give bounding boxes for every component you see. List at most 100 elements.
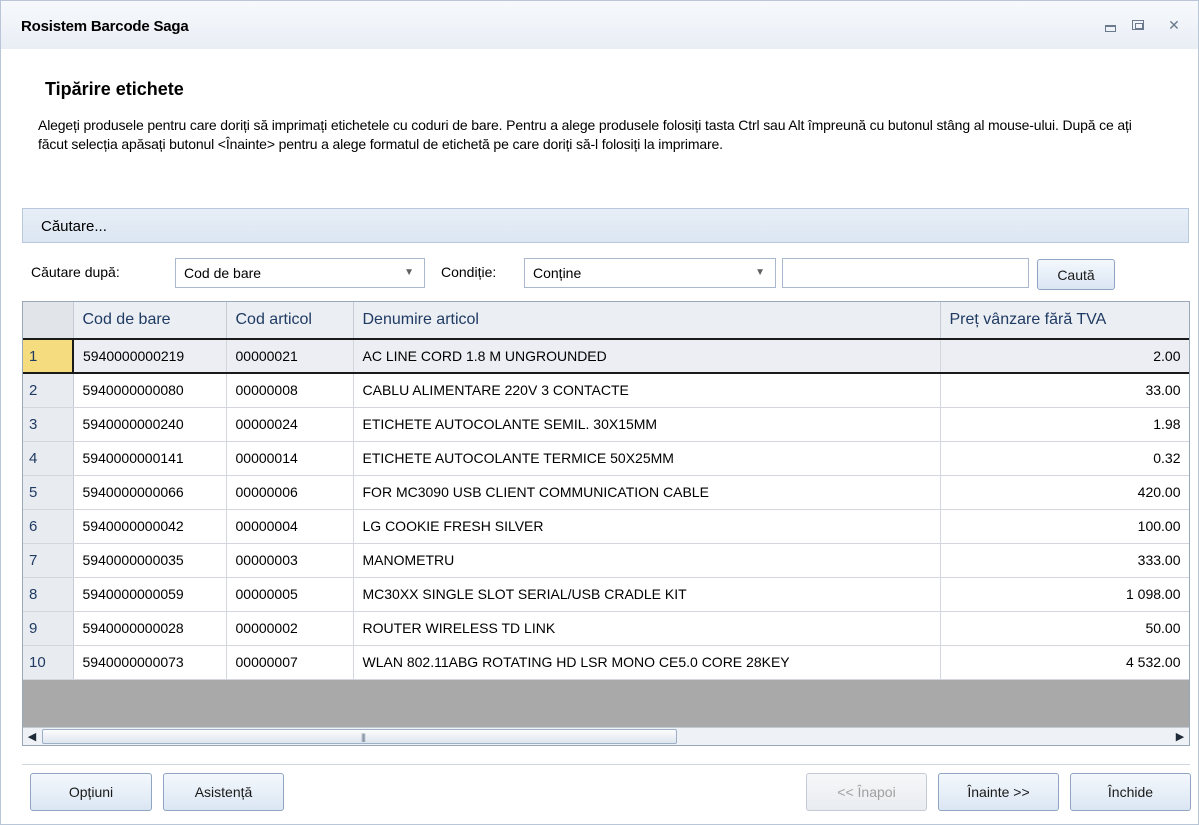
price-cell[interactable]: 33.00: [940, 373, 1189, 408]
price-cell[interactable]: 100.00: [940, 509, 1189, 544]
row-header-corner: [23, 302, 74, 340]
back-button[interactable]: << Înapoi: [806, 773, 927, 811]
table-row[interactable]: 6 5940000000042 00000004 LG COOKIE FRESH…: [23, 509, 1189, 544]
article-name-cell[interactable]: ROUTER WIRELESS TD LINK: [353, 611, 941, 646]
minimize-icon: [1104, 24, 1116, 32]
arrow-left-icon[interactable]: ◀: [23, 728, 41, 745]
chevron-down-icon: ▼: [755, 267, 765, 278]
column-header-barcode[interactable]: Cod de bare: [73, 302, 227, 340]
row-number[interactable]: 6: [23, 509, 74, 544]
article-code-cell[interactable]: 00000003: [226, 543, 354, 578]
article-name-cell[interactable]: WLAN 802.11ABG ROTATING HD LSR MONO CE5.…: [353, 645, 941, 680]
article-code-cell[interactable]: 00000014: [226, 441, 354, 476]
price-cell[interactable]: 0.32: [940, 441, 1189, 476]
grip-icon: |||: [361, 732, 366, 742]
article-code-cell[interactable]: 00000021: [226, 338, 354, 374]
barcode-cell[interactable]: 5940000000066: [73, 475, 227, 510]
condition-select[interactable]: Conține ▼: [524, 258, 776, 288]
close-window-button[interactable]: ✕: [1163, 15, 1185, 35]
article-code-cell[interactable]: 00000007: [226, 645, 354, 680]
table-row[interactable]: 4 5940000000141 00000014 ETICHETE AUTOCO…: [23, 441, 1189, 476]
table-row[interactable]: 9 5940000000028 00000002 ROUTER WIRELESS…: [23, 611, 1189, 646]
article-name-cell[interactable]: MANOMETRU: [353, 543, 941, 578]
table-header-row: Cod de bare Cod articol Denumire articol…: [23, 302, 1189, 340]
row-number[interactable]: 2: [23, 373, 74, 408]
article-code-cell[interactable]: 00000024: [226, 407, 354, 442]
row-number[interactable]: 4: [23, 441, 74, 476]
page-description: Alegeți produsele pentru care doriți să …: [38, 117, 1132, 152]
next-button[interactable]: Înainte >>: [938, 773, 1059, 811]
options-button[interactable]: Opțiuni: [30, 773, 152, 811]
row-number[interactable]: 5: [23, 475, 74, 510]
main-window: Rosistem Barcode Saga ✕ Tipărire etichet…: [0, 0, 1199, 825]
barcode-cell[interactable]: 5940000000059: [73, 577, 227, 612]
barcode-cell[interactable]: 5940000000042: [73, 509, 227, 544]
search-by-label: Căutare după:: [31, 264, 120, 280]
footer-divider: [22, 764, 1190, 765]
price-cell[interactable]: 420.00: [940, 475, 1189, 510]
chevron-down-icon: ▼: [404, 267, 414, 278]
table-row[interactable]: 5 5940000000066 00000006 FOR MC3090 USB …: [23, 475, 1189, 510]
table-row[interactable]: 3 5940000000240 00000024 ETICHETE AUTOCO…: [23, 407, 1189, 442]
search-panel-header[interactable]: Căutare...: [22, 208, 1189, 243]
article-name-cell[interactable]: ETICHETE AUTOCOLANTE SEMIL. 30X15MM: [353, 407, 941, 442]
barcode-cell[interactable]: 5940000000219: [72, 338, 227, 374]
search-by-value: Cod de bare: [184, 265, 262, 281]
column-header-article-code[interactable]: Cod articol: [226, 302, 354, 340]
column-header-article-name[interactable]: Denumire articol: [353, 302, 941, 340]
article-name-cell[interactable]: CABLU ALIMENTARE 220V 3 CONTACTE: [353, 373, 941, 408]
barcode-cell[interactable]: 5940000000240: [73, 407, 227, 442]
article-code-cell[interactable]: 00000006: [226, 475, 354, 510]
price-cell[interactable]: 4 532.00: [940, 645, 1189, 680]
barcode-cell[interactable]: 5940000000141: [73, 441, 227, 476]
barcode-cell[interactable]: 5940000000080: [73, 373, 227, 408]
minimize-button[interactable]: [1099, 15, 1121, 35]
search-button[interactable]: Caută: [1037, 259, 1115, 290]
maximize-icon: [1132, 20, 1144, 30]
table-row[interactable]: 2 5940000000080 00000008 CABLU ALIMENTAR…: [23, 373, 1189, 408]
help-button[interactable]: Asistență: [163, 773, 284, 811]
article-code-cell[interactable]: 00000005: [226, 577, 354, 612]
arrow-right-icon[interactable]: ▶: [1171, 728, 1189, 745]
article-name-cell[interactable]: MC30XX SINGLE SLOT SERIAL/USB CRADLE KIT: [353, 577, 941, 612]
article-code-cell[interactable]: 00000008: [226, 373, 354, 408]
search-panel-label: Căutare...: [41, 218, 107, 235]
row-number[interactable]: 3: [23, 407, 74, 442]
search-by-select[interactable]: Cod de bare ▼: [175, 258, 425, 288]
article-name-cell[interactable]: LG COOKIE FRESH SILVER: [353, 509, 941, 544]
price-cell[interactable]: 2.00: [940, 338, 1189, 374]
products-table: Cod de bare Cod articol Denumire articol…: [23, 302, 1189, 680]
barcode-cell[interactable]: 5940000000028: [73, 611, 227, 646]
price-cell[interactable]: 50.00: [940, 611, 1189, 646]
price-cell[interactable]: 1 098.00: [940, 577, 1189, 612]
horizontal-scrollbar[interactable]: ◀ ||| ▶: [23, 727, 1189, 745]
row-number[interactable]: 1: [23, 338, 74, 374]
maximize-button[interactable]: [1127, 15, 1149, 35]
products-grid[interactable]: Cod de bare Cod articol Denumire articol…: [22, 301, 1190, 746]
close-button[interactable]: Închide: [1070, 773, 1191, 811]
title-bar: Rosistem Barcode Saga ✕: [1, 1, 1198, 49]
row-number[interactable]: 10: [23, 645, 74, 680]
article-code-cell[interactable]: 00000002: [226, 611, 354, 646]
table-row[interactable]: 10 5940000000073 00000007 WLAN 802.11ABG…: [23, 645, 1189, 680]
condition-label: Condiție:: [441, 264, 497, 280]
condition-value: Conține: [533, 265, 582, 281]
row-number[interactable]: 8: [23, 577, 74, 612]
column-header-price[interactable]: Preț vânzare fără TVA: [940, 302, 1189, 340]
article-name-cell[interactable]: AC LINE CORD 1.8 M UNGROUNDED: [353, 338, 941, 374]
table-row[interactable]: 1 5940000000219 00000021 AC LINE CORD 1.…: [23, 338, 1189, 374]
table-row[interactable]: 7 5940000000035 00000003 MANOMETRU 333.0…: [23, 543, 1189, 578]
window-title: Rosistem Barcode Saga: [21, 18, 189, 35]
article-code-cell[interactable]: 00000004: [226, 509, 354, 544]
barcode-cell[interactable]: 5940000000035: [73, 543, 227, 578]
row-number[interactable]: 9: [23, 611, 74, 646]
article-name-cell[interactable]: FOR MC3090 USB CLIENT COMMUNICATION CABL…: [353, 475, 941, 510]
price-cell[interactable]: 333.00: [940, 543, 1189, 578]
barcode-cell[interactable]: 5940000000073: [73, 645, 227, 680]
scrollbar-thumb[interactable]: |||: [42, 729, 677, 744]
row-number[interactable]: 7: [23, 543, 74, 578]
price-cell[interactable]: 1.98: [940, 407, 1189, 442]
article-name-cell[interactable]: ETICHETE AUTOCOLANTE TERMICE 50X25MM: [353, 441, 941, 476]
table-row[interactable]: 8 5940000000059 00000005 MC30XX SINGLE S…: [23, 577, 1189, 612]
search-text-input[interactable]: [782, 258, 1029, 288]
